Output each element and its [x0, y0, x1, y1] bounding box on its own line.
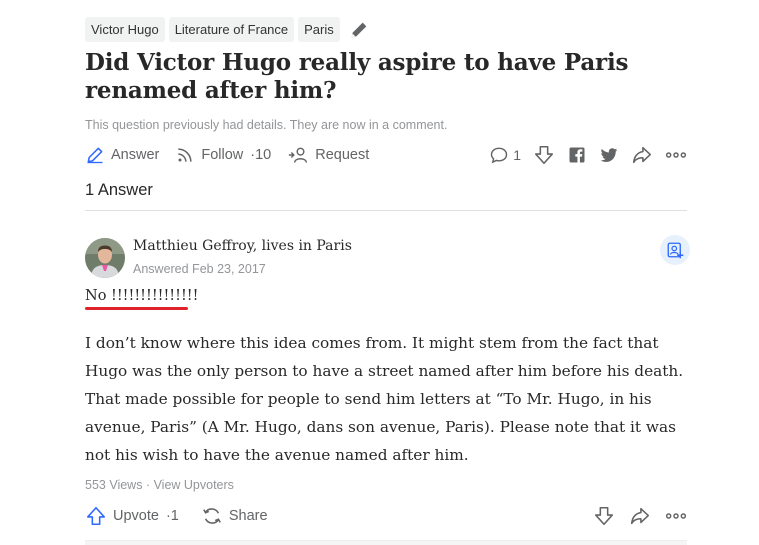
- follow-wifi-icon: [178, 148, 192, 162]
- request-person-icon: [289, 147, 308, 163]
- next-section-edge: [85, 540, 687, 545]
- topic-victor-hugo[interactable]: Victor Hugo: [85, 17, 165, 42]
- answer-label: Answer: [111, 147, 160, 163]
- upvote-label: Upvote: [113, 508, 159, 524]
- topic-paris[interactable]: Paris: [298, 17, 340, 42]
- view-upvoters-link[interactable]: View Upvoters: [154, 478, 234, 492]
- share-arrow-icon: [630, 507, 650, 525]
- upvote-arrow-icon: [86, 506, 106, 526]
- follow-author-button[interactable]: [660, 235, 690, 265]
- answer-more-options-button[interactable]: [665, 506, 687, 526]
- topic-literature-of-france[interactable]: Literature of France: [168, 17, 295, 42]
- upvote-button[interactable]: Upvote · 1: [85, 505, 179, 527]
- share-answer-button[interactable]: Share: [201, 505, 268, 527]
- share-arrow-icon: [632, 146, 652, 164]
- more-options-button[interactable]: [665, 145, 687, 165]
- question-title[interactable]: Did Victor Hugo really aspire to have Pa…: [85, 49, 687, 105]
- answer-body: I don’t know where this idea comes from.…: [85, 334, 684, 464]
- pen-answer-icon: [87, 147, 103, 164]
- view-count: 553 Views: [85, 478, 143, 492]
- more-dots-icon: [665, 513, 687, 519]
- answered-date[interactable]: Answered Feb 23, 2017: [133, 262, 266, 276]
- author-avatar[interactable]: [85, 238, 125, 278]
- comment-button[interactable]: 1: [489, 145, 521, 165]
- avatar-photo: [85, 238, 125, 278]
- follow-button[interactable]: Follow · 10: [175, 145, 271, 165]
- share-answer-arrow-button[interactable]: [629, 505, 651, 527]
- facebook-share-button[interactable]: [567, 145, 587, 165]
- share-label: Share: [228, 508, 268, 524]
- reshare-cycle-icon: [202, 508, 221, 524]
- twitter-share-button[interactable]: [599, 145, 619, 165]
- share-question-button[interactable]: [631, 144, 653, 166]
- answer-stats: 553 Views · View Upvoters: [85, 478, 234, 492]
- downvote-arrow-icon: [594, 506, 614, 526]
- question-secondary-actions: 1: [477, 144, 687, 166]
- downvote-answer-button[interactable]: [593, 505, 615, 527]
- stats-separator: ·: [142, 478, 154, 492]
- request-label: Request: [315, 147, 370, 163]
- author-credential[interactable]: Matthieu Geffroy, lives in Paris: [133, 238, 352, 254]
- answer-count-heading: 1 Answer: [85, 181, 153, 199]
- facebook-icon: [569, 147, 585, 163]
- downvote-arrow-icon: [534, 145, 554, 165]
- red-underline-annotation: [85, 307, 188, 310]
- question-note: This question previously had details. Th…: [85, 118, 448, 132]
- answer-button[interactable]: Answer: [85, 145, 159, 165]
- comment-bubble-icon: [490, 147, 508, 164]
- answer-headline: No !!!!!!!!!!!!!!!: [85, 288, 199, 304]
- follow-count: 10: [255, 147, 272, 163]
- answer-secondary-actions: [579, 505, 687, 527]
- request-button[interactable]: Request: [287, 145, 369, 165]
- follow-label: Follow: [201, 147, 244, 163]
- edit-pencil-icon[interactable]: [348, 19, 370, 41]
- upvote-count: 1: [170, 508, 179, 524]
- section-divider: [85, 210, 687, 211]
- topic-list: Victor Hugo Literature of France Paris: [85, 17, 370, 42]
- question-action-bar: Answer Follow · 10 Request 1: [85, 142, 687, 168]
- more-dots-icon: [665, 152, 687, 158]
- answer-action-bar: Upvote · 1 Share: [85, 503, 687, 529]
- twitter-bird-icon: [600, 148, 618, 162]
- follow-person-icon: [667, 242, 684, 259]
- comment-count: 1: [513, 147, 521, 163]
- downvote-question-button[interactable]: [533, 144, 555, 166]
